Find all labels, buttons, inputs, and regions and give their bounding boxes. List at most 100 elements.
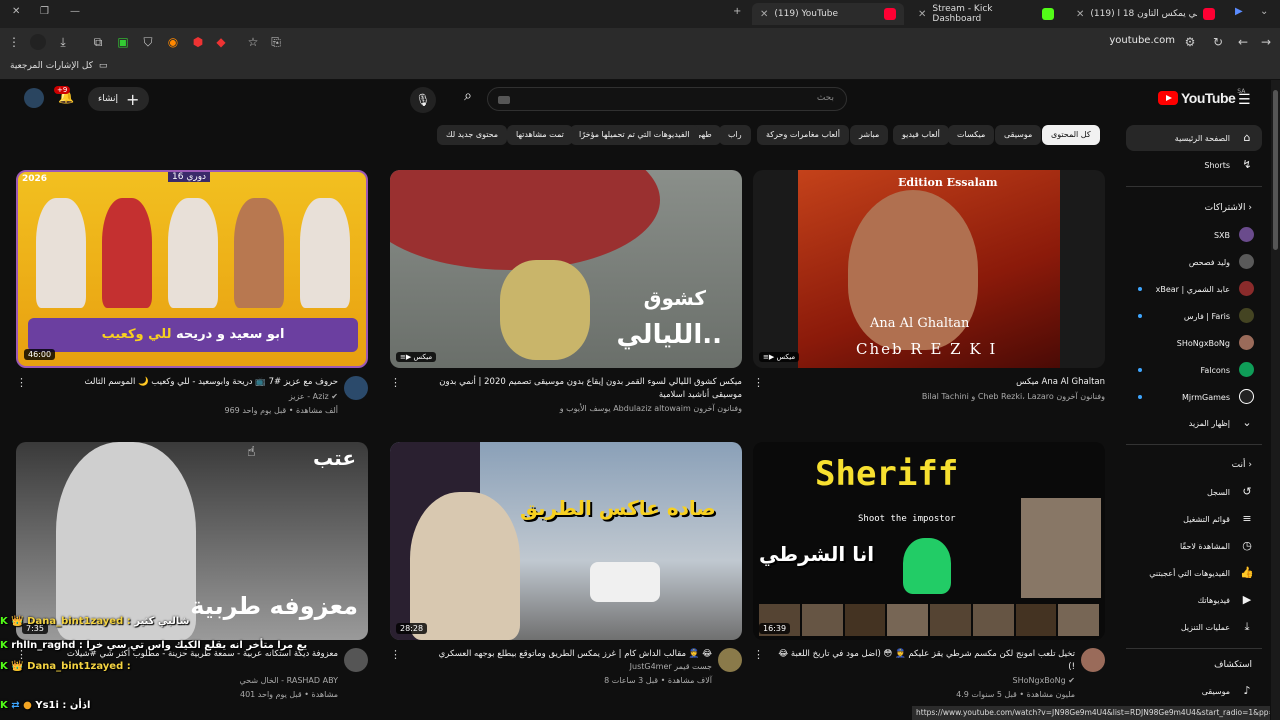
extension-icon[interactable]: ▣ (115, 34, 131, 50)
sidebar-item-watch-later[interactable]: المشاهدة لاحقًا ◷ (1126, 533, 1262, 559)
chip-all[interactable]: كل المحتوى (1042, 125, 1100, 145)
page-scrollbar[interactable] (1271, 80, 1280, 720)
channel-avatar[interactable] (718, 648, 742, 672)
browser-tab-kick[interactable]: ✕ Stream - Kick Dashboard (910, 3, 1062, 25)
video-channel[interactable]: الخال شحي - RASHAD ABY (38, 676, 338, 685)
chip-live[interactable]: مباشر (850, 125, 889, 145)
video-title[interactable]: تخيل تلعب امونج لكن مكسم شرطي يقز عليكم … (775, 648, 1075, 674)
video-card[interactable]: Edition Essalam Ana Al Ghaltan Cheb R E … (753, 170, 1105, 436)
video-thumbnail[interactable]: Sheriff Shoot the impostor انا الشرطي 16… (753, 442, 1105, 640)
sidebar-item-sub[interactable]: فارس | Faris (1126, 303, 1262, 329)
site-settings-icon[interactable]: ⚙ (1182, 34, 1198, 50)
sidebar-item-sub[interactable]: وليد فصحص (1126, 249, 1262, 275)
channel-avatar[interactable] (344, 376, 368, 400)
chip-watched[interactable]: تمت مشاهدتها (507, 125, 573, 145)
more-options-icon[interactable]: ⋮ (753, 648, 764, 661)
channel-avatar[interactable] (1081, 648, 1105, 672)
video-channel[interactable]: عزيز - Aziz ✔ (38, 392, 338, 401)
video-channel[interactable]: يوسف الأيوب و Abdulaziz altowaim وفنانون… (442, 404, 742, 413)
mix-badge: ≡▶ ميكس (759, 352, 800, 362)
scrollbar-thumb[interactable] (1273, 90, 1278, 250)
video-channel[interactable]: SHoNgxBoNg ✔ (775, 676, 1075, 685)
video-channel[interactable]: JustG4mer جست قيمر (412, 662, 712, 671)
video-thumbnail[interactable]: Edition Essalam Ana Al Ghaltan Cheb R E … (753, 170, 1105, 368)
video-title[interactable]: ميكس كشوق الليالي لسوء القمر بدون إيقاع … (422, 376, 742, 402)
voice-search-icon[interactable]: 🎙 (410, 87, 436, 113)
restore-window-icon[interactable]: ❐ (40, 6, 49, 17)
hamburger-menu-icon[interactable]: ☰ (1238, 92, 1251, 108)
avatar[interactable] (24, 88, 44, 108)
browser-tab-youtube-video[interactable]: ✕ (119) اول عربي يمكس التاون 18 ا (1068, 3, 1223, 25)
extensions-icon[interactable]: ⧉ (90, 34, 106, 50)
new-tab-icon[interactable]: + (733, 6, 741, 17)
chip-gaming[interactable]: ألعاب فيديو (893, 125, 949, 145)
video-thumbnail[interactable]: عتب معزوفه طربية 7:35 (16, 442, 368, 640)
create-button[interactable]: إنشاء + (88, 87, 150, 111)
sidebar-item-sub[interactable]: Falcons (1126, 357, 1262, 383)
more-options-icon[interactable]: ⋮ (390, 376, 401, 389)
close-window-icon[interactable]: ✕ (12, 6, 20, 17)
sidebar-item-history[interactable]: السجل ↺ (1126, 479, 1262, 505)
sidebar-show-more[interactable]: إظهار المزيد ⌄ (1126, 410, 1262, 436)
video-thumbnail[interactable]: كشوق الليالي.. ≡▶ ميكس (390, 170, 742, 368)
video-title[interactable]: حروف مع عزيز #7 📺 دريحة وابوسعيد - للي و… (38, 376, 338, 389)
video-thumbnail[interactable]: صاده عاكس الطريق 28:28 (390, 442, 742, 640)
video-title[interactable]: ميكس Ana Al Ghaltan (805, 376, 1105, 389)
video-title[interactable]: مقالب الداش كام | غرز يمكس الطريق وماتوق… (412, 648, 712, 661)
chip-mixes[interactable]: ميكسات (948, 125, 995, 145)
shield-icon[interactable]: ⛉ (140, 34, 156, 50)
address-bar[interactable]: youtube.com (1040, 35, 1175, 46)
youtube-logo[interactable]: YouTube SA (1158, 88, 1245, 106)
close-tab-icon[interactable]: ✕ (918, 9, 926, 20)
adblock-icon[interactable]: ⬢ (190, 34, 206, 50)
sidebar-item-sub[interactable]: SXB (1126, 222, 1262, 248)
more-options-icon[interactable]: ⋮ (390, 648, 401, 661)
tab-search-icon[interactable]: ⌄ (1260, 6, 1268, 17)
search-icon[interactable]: ⌕ (455, 88, 481, 110)
subscriptions-heading[interactable]: الاشتراكات › (1126, 203, 1262, 213)
sidebar-item-music[interactable]: موسيقى ♪ (1126, 678, 1262, 704)
close-tab-icon[interactable]: ✕ (1076, 9, 1084, 20)
notifications-bell-icon[interactable]: 🔔 +9 (54, 86, 74, 105)
sidebar-item-liked[interactable]: الفيديوهات التي أعجبتني 👍 (1126, 560, 1262, 586)
chip-new-to-you[interactable]: محتوى جديد لك (437, 125, 508, 145)
chip-rap[interactable]: راب (719, 125, 751, 145)
extension-icon[interactable]: ◆ (213, 34, 229, 50)
cast-icon[interactable]: ⎘ (268, 34, 284, 50)
minimize-window-icon[interactable]: — (70, 6, 80, 17)
video-card[interactable]: Sheriff Shoot the impostor انا الشرطي 16… (753, 442, 1105, 708)
reload-icon[interactable]: ↻ (1210, 34, 1226, 50)
chip-music[interactable]: موسيقى (995, 125, 1042, 145)
sidebar-item-downloads[interactable]: عمليات التنزيل ⤓ (1126, 614, 1262, 640)
search-input[interactable]: بحث (487, 87, 847, 111)
video-card[interactable]: 2026 دوري 16 ابو سعيد و دريحه للي وكعيب … (16, 170, 368, 436)
sidebar-item-home[interactable]: الصفحة الرئيسية ⌂ (1126, 125, 1262, 151)
you-heading[interactable]: أنت › (1126, 460, 1262, 470)
sidebar-item-shorts[interactable]: Shorts ↯ (1126, 152, 1262, 178)
sidebar-item-sub[interactable]: xBear | عابد الشمري (1126, 276, 1262, 302)
close-tab-icon[interactable]: ✕ (760, 9, 768, 20)
extension-icon[interactable]: ◉ (165, 34, 181, 50)
more-options-icon[interactable]: ⋮ (753, 376, 764, 389)
all-bookmarks-button[interactable]: كل الإشارات المرجعية ▭ (10, 61, 107, 71)
bookmark-star-icon[interactable]: ☆ (245, 34, 261, 50)
download-icon[interactable]: ⤓ (55, 34, 71, 50)
video-thumbnail[interactable]: 2026 دوري 16 ابو سعيد و دريحه للي وكعيب … (16, 170, 368, 368)
video-card[interactable]: كشوق الليالي.. ≡▶ ميكس ⋮ ميكس كشوق الليا… (390, 170, 742, 436)
chip-action-adventure[interactable]: ألعاب مغامرات وحركة (757, 125, 849, 145)
tab-group-icon[interactable]: ▶ (1235, 6, 1243, 17)
sidebar-item-your-videos[interactable]: فيديوهاتك ▶ (1126, 587, 1262, 613)
chip-recently-uploaded[interactable]: الفيديوهات التي تم تحميلها مؤخرًا (570, 125, 699, 145)
back-icon[interactable]: → (1258, 34, 1274, 50)
browser-tab-youtube[interactable]: ✕ (119) YouTube (752, 3, 904, 25)
menu-dots-icon[interactable]: ⋮ (6, 34, 22, 50)
sidebar-item-sub[interactable]: SHoNgxBoNg (1126, 330, 1262, 356)
sidebar-item-sub[interactable]: MjrmGames (1126, 384, 1262, 410)
forward-icon[interactable]: ← (1235, 34, 1251, 50)
video-channel[interactable]: Bilal Tachini و Cheb Rezki، Lazaro وفنان… (805, 392, 1105, 401)
video-card[interactable]: صاده عاكس الطريق 28:28 ⋮ مقالب الداش كام… (390, 442, 742, 708)
keyboard-icon[interactable] (498, 96, 510, 104)
profile-icon[interactable] (30, 34, 46, 50)
more-options-icon[interactable]: ⋮ (16, 376, 27, 389)
sidebar-item-playlists[interactable]: قوائم التشغيل ≡ (1126, 506, 1262, 532)
